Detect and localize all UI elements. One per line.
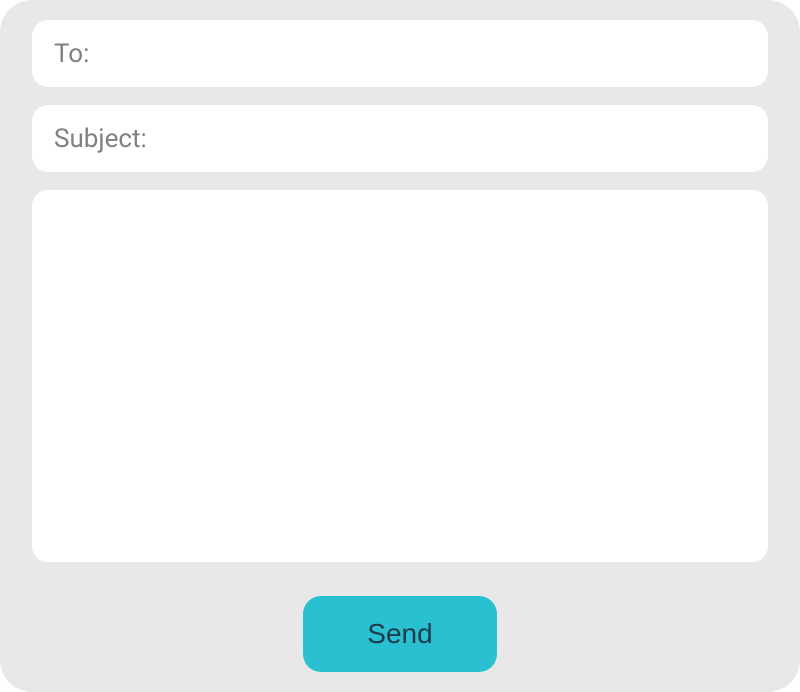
subject-input[interactable]	[155, 123, 746, 154]
subject-field-row: Subject:	[32, 105, 768, 172]
subject-label: Subject:	[54, 124, 147, 154]
body-field	[32, 190, 768, 562]
to-input[interactable]	[97, 38, 746, 69]
button-row: Send	[32, 580, 768, 672]
body-textarea[interactable]	[54, 208, 746, 544]
to-label: To:	[54, 39, 89, 69]
send-button[interactable]: Send	[303, 596, 496, 672]
to-field-row: To:	[32, 20, 768, 87]
compose-panel: To: Subject: Send	[0, 0, 800, 692]
